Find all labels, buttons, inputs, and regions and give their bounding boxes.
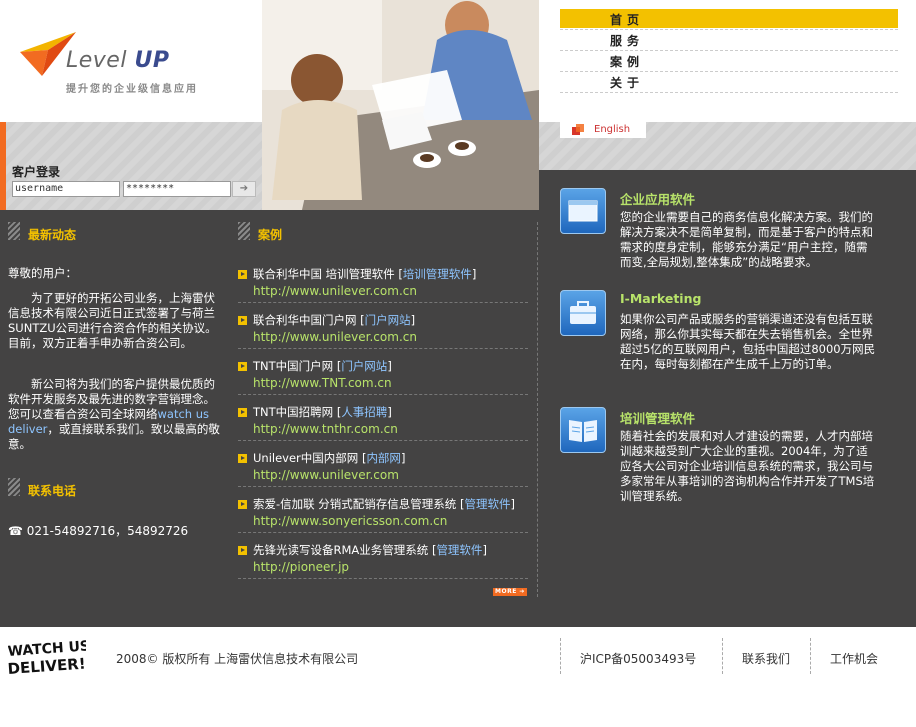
watch-us-deliver-logo: WATCH US DELIVER! bbox=[8, 640, 86, 678]
case-tag[interactable]: 人事招聘 bbox=[341, 405, 387, 419]
case-divider bbox=[238, 348, 528, 349]
copyright-text: 2008© 版权所有 上海雷伏信息技术有限公司 bbox=[116, 652, 359, 666]
more-button[interactable]: MORE ➔ bbox=[493, 588, 527, 596]
contact-phone-line: ☎ 021-54892716，54892726 bbox=[8, 522, 188, 539]
contact-heading: 联系电话 bbox=[28, 484, 77, 498]
case-tag[interactable]: 内部网 bbox=[366, 451, 401, 465]
footer-divider bbox=[810, 638, 811, 674]
bullet-arrow-icon bbox=[238, 454, 247, 463]
nav-about[interactable]: 关于 bbox=[610, 74, 644, 91]
case-url[interactable]: http://www.sonyericsson.com.cn bbox=[253, 514, 447, 528]
language-switch-icon bbox=[572, 124, 584, 135]
logo-tagline: 提升您的企业级信息应用 bbox=[66, 84, 198, 95]
case-title[interactable]: 先锋光读写设备RMA业务管理系统 [管理软件] bbox=[253, 542, 487, 558]
nav-cases[interactable]: 案例 bbox=[610, 53, 644, 70]
cases-heading-mark bbox=[238, 222, 250, 240]
bullet-arrow-icon bbox=[238, 316, 247, 325]
nav-divider bbox=[560, 92, 898, 93]
jobs-link[interactable]: 工作机会 bbox=[830, 650, 878, 667]
case-divider bbox=[238, 302, 528, 303]
service-title[interactable]: 培训管理软件 bbox=[620, 408, 695, 427]
case-title[interactable]: TNT中国门户网 [门户网站] bbox=[253, 358, 392, 374]
news-greeting: 尊敬的用户： bbox=[8, 266, 77, 280]
bullet-arrow-icon bbox=[238, 408, 247, 417]
username-field[interactable]: username bbox=[12, 181, 120, 197]
arrow-right-icon: ➔ bbox=[239, 183, 249, 194]
login-submit-button[interactable]: ➔ bbox=[232, 181, 256, 197]
logo-wordmark[interactable]: Level UP bbox=[66, 48, 169, 73]
bullet-arrow-icon bbox=[238, 500, 247, 509]
bullet-arrow-icon bbox=[238, 270, 247, 279]
contact-phone: 021-54892716，54892726 bbox=[26, 524, 189, 538]
window-icon bbox=[560, 188, 606, 234]
nav-services[interactable]: 服务 bbox=[610, 32, 644, 49]
password-field[interactable]: ******** bbox=[123, 181, 231, 197]
service-title[interactable]: I-Marketing bbox=[620, 291, 701, 306]
case-tag[interactable]: 管理软件 bbox=[436, 543, 482, 557]
service-title[interactable]: 企业应用软件 bbox=[620, 189, 695, 208]
news-paragraph-2: 新公司将为我们的客户提供最优质的软件开发服务及最先进的数字营销理念。您可以查看合… bbox=[8, 377, 220, 451]
hero-photo bbox=[262, 0, 539, 210]
case-divider bbox=[238, 578, 528, 579]
nav-divider bbox=[560, 50, 898, 51]
case-divider bbox=[238, 486, 528, 487]
case-url[interactable]: http://www.TNT.com.cn bbox=[253, 376, 392, 390]
case-divider bbox=[238, 532, 528, 533]
case-url[interactable]: http://www.tnthr.com.cn bbox=[253, 422, 398, 436]
case-tag[interactable]: 管理软件 bbox=[464, 497, 510, 511]
case-title[interactable]: 联合利华中国 培训管理软件 [培训管理软件] bbox=[253, 266, 476, 282]
login-accent-bar bbox=[0, 122, 6, 210]
nav-divider bbox=[560, 29, 898, 30]
contact-us-link[interactable]: 联系我们 bbox=[742, 650, 790, 667]
service-description: 您的企业需要自己的商务信息化解决方案。我们的解决方案决不是简单复制，而是基于客户… bbox=[620, 210, 873, 269]
case-tag[interactable]: 门户网站 bbox=[365, 313, 411, 327]
news-heading-mark bbox=[8, 222, 20, 240]
case-title[interactable]: 索爱-信加联 分销式配销存信息管理系统 [管理软件] bbox=[253, 496, 515, 512]
footer-divider bbox=[722, 638, 723, 674]
case-title[interactable]: 联合利华中国门户网 [门户网站] bbox=[253, 312, 415, 328]
footer-divider bbox=[560, 638, 561, 674]
contact-heading-mark bbox=[8, 478, 20, 496]
login-title: 客户登录 bbox=[12, 165, 61, 179]
phone-icon: ☎ bbox=[8, 524, 23, 538]
case-url[interactable]: http://www.unilever.com.cn bbox=[253, 330, 417, 344]
column-divider bbox=[537, 222, 538, 597]
news-heading: 最新动态 bbox=[28, 228, 77, 242]
case-url[interactable]: http://pioneer.jp bbox=[253, 560, 349, 574]
case-url[interactable]: http://www.unilever.com.cn bbox=[253, 284, 417, 298]
service-description: 如果你公司产品或服务的营销渠道还没有包括互联网络，那么你其实每天都在失去销售机会… bbox=[620, 312, 876, 371]
case-divider bbox=[238, 394, 528, 395]
icp-number: 沪ICP备05003493号 bbox=[580, 652, 697, 666]
nav-divider bbox=[560, 71, 898, 72]
case-url[interactable]: http://www.unilever.com bbox=[253, 468, 399, 482]
cases-heading: 案例 bbox=[258, 228, 283, 242]
footer bbox=[0, 627, 916, 727]
bullet-arrow-icon bbox=[238, 362, 247, 371]
news-paragraph-1: 为了更好的开拓公司业务，上海雷伏信息技术有限公司近日正式签署了与荷兰SUNTZU… bbox=[8, 291, 217, 350]
service-description: 随着社会的发展和对人才建设的需要，人才内部培训越来越受到广大企业的重视。2004… bbox=[620, 429, 875, 503]
briefcase-icon bbox=[560, 290, 606, 336]
hero-photo-illustration bbox=[262, 0, 539, 210]
case-tag[interactable]: 培训管理软件 bbox=[403, 267, 472, 281]
case-title[interactable]: Unilever中国内部网 [内部网] bbox=[253, 450, 405, 466]
case-title[interactable]: TNT中国招聘网 [人事招聘] bbox=[253, 404, 392, 420]
case-divider bbox=[238, 440, 528, 441]
bullet-arrow-icon bbox=[238, 546, 247, 555]
language-link[interactable]: English bbox=[594, 124, 630, 135]
case-tag[interactable]: 门户网站 bbox=[341, 359, 387, 373]
book-icon bbox=[560, 407, 606, 453]
nav-home[interactable]: 首页 bbox=[610, 11, 644, 28]
